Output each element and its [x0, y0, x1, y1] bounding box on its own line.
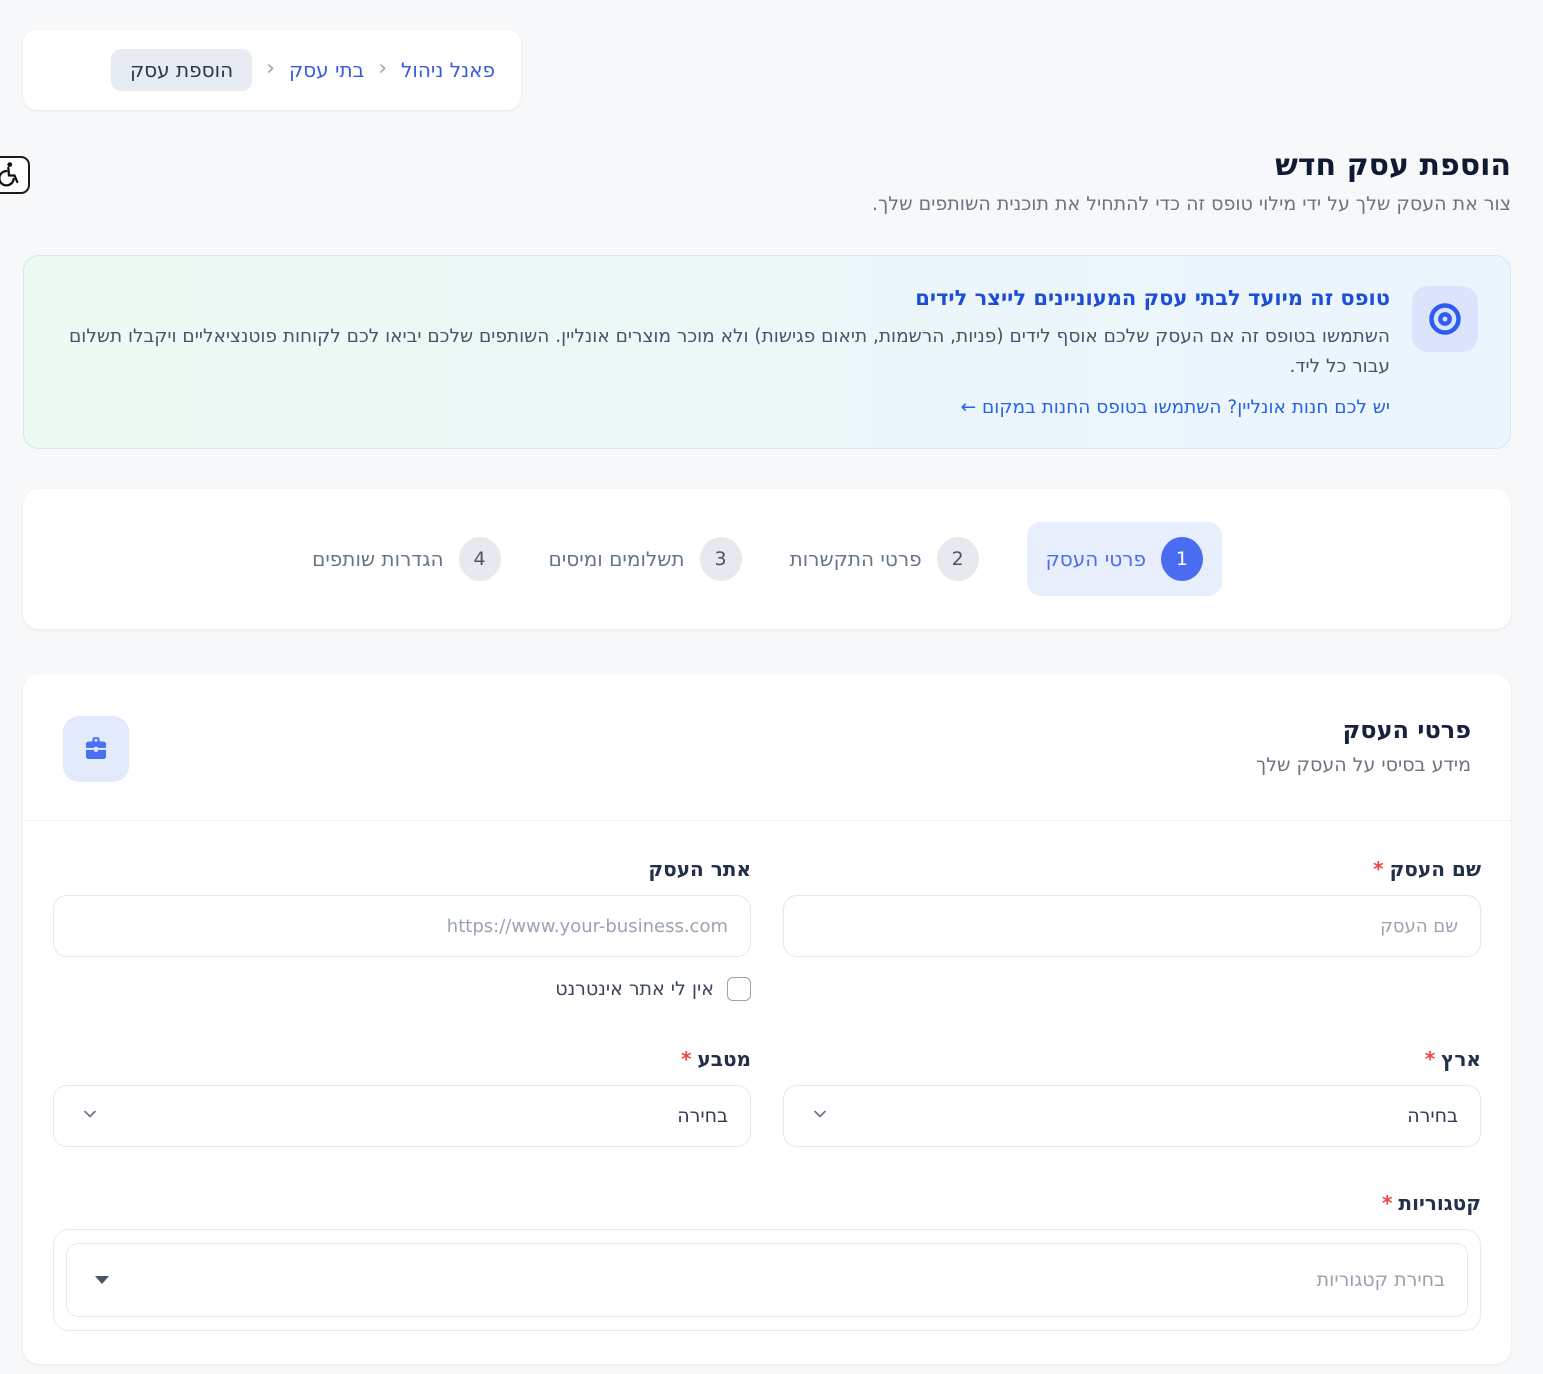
country-select[interactable]: בחירה	[783, 1085, 1481, 1147]
step-label: הגדרות שותפים	[312, 547, 443, 571]
step-label: תשלומים ומיסים	[549, 547, 685, 571]
website-input[interactable]	[53, 895, 751, 957]
categories-multiselect-container: בחירת קטגוריות	[53, 1229, 1481, 1331]
info-callout-body: השתמשו בטופס זה אם העסק שלכם אוסף לידים …	[60, 322, 1390, 381]
field-currency: מטבע* בחירה	[53, 1047, 751, 1147]
required-asterisk: *	[1373, 857, 1383, 881]
online-store-form-link[interactable]: יש לכם חנות אונליין? השתמשו בטופס החנות …	[961, 397, 1390, 418]
categories-label: קטגוריות*	[53, 1191, 1481, 1215]
breadcrumb-current: הוספת עסק	[111, 49, 252, 91]
step-partner-settings[interactable]: 4 הגדרות שותפים	[312, 537, 500, 581]
business-details-card: פרטי העסק מידע בסיסי על העסק שלך שם העסק…	[23, 674, 1511, 1364]
breadcrumb-link-admin-panel[interactable]: פאנל ניהול	[401, 58, 495, 82]
wizard-steps-bar: 1 פרטי העסק 2 פרטי התקשרות 3 תשלומים ומי…	[23, 489, 1511, 629]
required-asterisk: *	[1382, 1191, 1392, 1215]
briefcase-icon	[63, 716, 129, 782]
categories-placeholder: בחירת קטגוריות	[1317, 1269, 1445, 1291]
breadcrumb-card: פאנל ניהול ‹ בתי עסק ‹ הוספת עסק	[23, 30, 521, 110]
required-asterisk: *	[1425, 1047, 1435, 1071]
dropdown-triangle-icon	[95, 1276, 109, 1284]
card-header-titles: פרטי העסק מידע בסיסי על העסק שלך	[1256, 716, 1471, 776]
currency-label: מטבע*	[53, 1047, 751, 1071]
label-text: שם העסק	[1390, 857, 1481, 881]
label-text: מטבע	[697, 1047, 751, 1071]
label-text: אתר העסק	[648, 857, 751, 881]
card-title: פרטי העסק	[1256, 716, 1471, 744]
step-label: פרטי העסק	[1046, 547, 1146, 571]
business-name-input[interactable]	[783, 895, 1481, 957]
leads-info-callout: טופס זה מיועד לבתי עסק המעוניינים לייצר …	[23, 255, 1511, 449]
step-label: פרטי התקשרות	[790, 547, 922, 571]
step-contact-details[interactable]: 2 פרטי התקשרות	[790, 537, 979, 581]
business-details-card-header: פרטי העסק מידע בסיסי על העסק שלך	[23, 674, 1511, 821]
website-label: אתר העסק	[53, 857, 751, 881]
add-business-page: פאנל ניהול ‹ בתי עסק ‹ הוספת עסק הוספת ע…	[23, 30, 1511, 1364]
step-number-badge: 1	[1161, 537, 1203, 581]
info-callout-content: טופס זה מיועד לבתי עסק המעוניינים לייצר …	[60, 286, 1390, 418]
accessibility-widget-button[interactable]	[0, 156, 30, 194]
currency-select[interactable]: בחירה	[53, 1085, 751, 1147]
country-label: ארץ*	[783, 1047, 1481, 1071]
breadcrumb-link-businesses[interactable]: בתי עסק	[289, 58, 364, 82]
field-categories: קטגוריות* בחירת קטגוריות	[53, 1191, 1481, 1331]
business-details-form: שם העסק * אתר העסק אין לי אתר אינטרנט	[23, 821, 1511, 1361]
wheelchair-accessibility-icon	[0, 161, 21, 190]
step-number-badge: 4	[459, 537, 501, 581]
currency-select-value: בחירה	[677, 1105, 728, 1127]
label-text: ארץ	[1441, 1047, 1481, 1071]
breadcrumb: פאנל ניהול ‹ בתי עסק ‹ הוספת עסק	[111, 49, 495, 91]
chevron-left-icon: ‹	[378, 58, 387, 83]
label-text: קטגוריות	[1398, 1191, 1481, 1215]
field-business-name: שם העסק *	[783, 857, 1481, 1001]
step-number-badge: 3	[700, 537, 742, 581]
page-title: הוספת עסק חדש	[23, 148, 1511, 183]
card-subtitle: מידע בסיסי על העסק שלך	[1256, 754, 1471, 776]
business-name-label: שם העסק *	[783, 857, 1481, 881]
field-website: אתר העסק אין לי אתר אינטרנט	[53, 857, 751, 1001]
no-website-checkbox-label[interactable]: אין לי אתר אינטרנט	[555, 978, 714, 1000]
page-subtitle: צור את העסק שלך על ידי מילוי טופס זה כדי…	[23, 193, 1511, 215]
field-country: ארץ* בחירה	[783, 1047, 1481, 1147]
chevron-down-icon	[80, 1104, 100, 1128]
step-payments-taxes[interactable]: 3 תשלומים ומיסים	[549, 537, 742, 581]
info-callout-title: טופס זה מיועד לבתי עסק המעוניינים לייצר …	[60, 286, 1390, 310]
categories-multiselect[interactable]: בחירת קטגוריות	[66, 1243, 1468, 1317]
chevron-down-icon	[810, 1104, 830, 1128]
target-bullseye-icon	[1412, 286, 1478, 352]
chevron-left-icon: ‹	[266, 58, 275, 83]
step-business-details[interactable]: 1 פרטי העסק	[1027, 522, 1222, 596]
no-website-row: אין לי אתר אינטרנט	[53, 977, 751, 1001]
country-select-value: בחירה	[1407, 1105, 1458, 1127]
required-asterisk: *	[681, 1047, 691, 1071]
step-number-badge: 2	[937, 537, 979, 581]
no-website-checkbox[interactable]	[727, 977, 751, 1001]
